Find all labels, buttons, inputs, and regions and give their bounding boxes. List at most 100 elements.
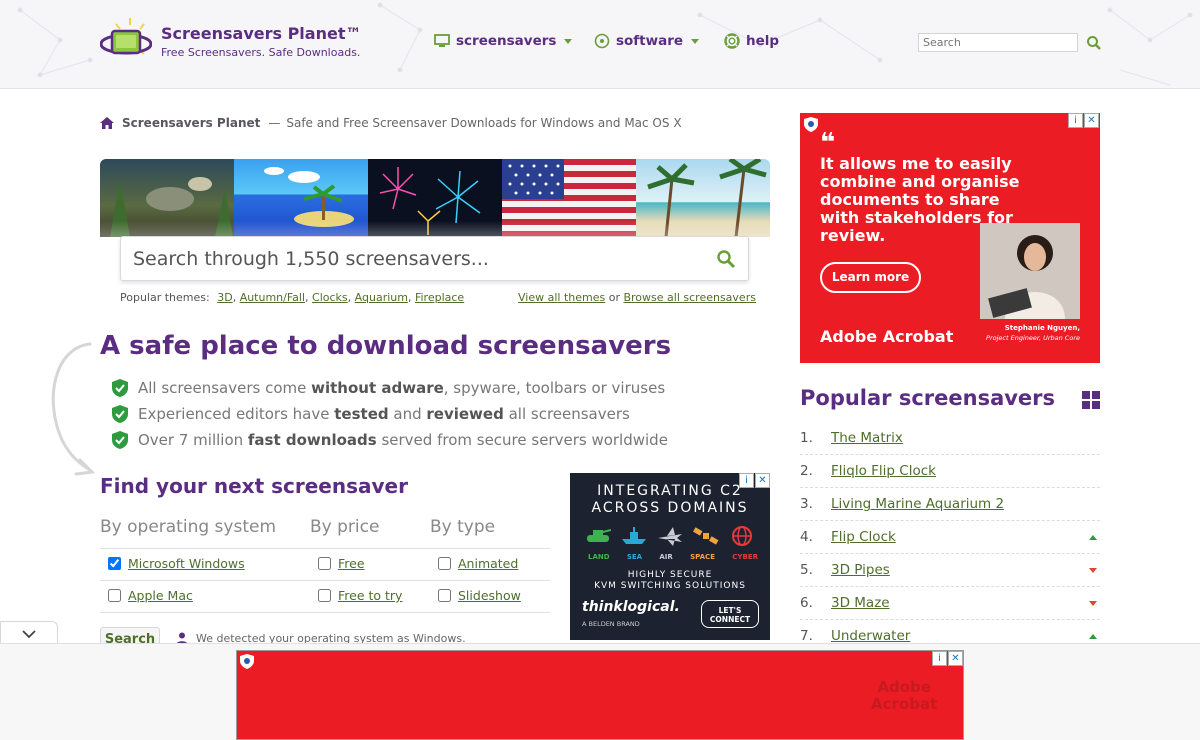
- divider: [100, 612, 550, 613]
- ad-brand-sub: A BELDEN BRAND: [582, 620, 640, 628]
- ad-watermark-line1: Adobe: [877, 678, 931, 696]
- divider: [100, 548, 550, 549]
- theme-link-clocks[interactable]: Clocks: [312, 291, 348, 304]
- windows-icon[interactable]: [1082, 391, 1100, 409]
- theme-link-fireplace[interactable]: Fireplace: [415, 291, 464, 304]
- ad-brand: thinklogical.: [582, 599, 680, 615]
- ad-quote-mark: ❝: [820, 128, 836, 158]
- feature-text: served from secure servers worldwide: [376, 431, 668, 449]
- chevron-down-icon: [691, 38, 700, 44]
- ad-shield-icon: [804, 117, 818, 132]
- filter-mac-label[interactable]: Apple Mac: [128, 588, 193, 603]
- ad-info-icon[interactable]: i: [932, 651, 947, 666]
- filter-free-to-try-checkbox[interactable]: [318, 589, 331, 602]
- popular-link[interactable]: Living Marine Aquarium 2: [831, 496, 1004, 512]
- ad-thinklogical[interactable]: INTEGRATING C2 ACROSS DOMAINS LAND SEA A…: [570, 473, 770, 640]
- ad-subline-1: HIGHLY SECURE: [627, 570, 713, 580]
- monitor-icon: [434, 34, 450, 47]
- ad-domain-labels: LAND SEA AIR SPACE CYBER: [588, 553, 758, 561]
- disc-icon: [594, 33, 610, 49]
- ad-headline: INTEGRATING C2 ACROSS DOMAINS: [570, 483, 770, 517]
- popular-link[interactable]: Underwater: [831, 628, 910, 644]
- breadcrumb-home-link[interactable]: Screensavers Planet: [122, 116, 260, 130]
- feature-bold: tested: [334, 405, 389, 423]
- theme-link-aquarium[interactable]: Aquarium: [355, 291, 408, 304]
- popular-link[interactable]: Flip Clock: [831, 529, 896, 545]
- popular-link[interactable]: The Matrix: [831, 430, 903, 446]
- filter-mac[interactable]: Apple Mac: [108, 588, 193, 603]
- filter-slideshow-checkbox[interactable]: [438, 589, 451, 602]
- search-icon[interactable]: [716, 249, 736, 269]
- filter-free-to-try[interactable]: Free to try: [318, 588, 402, 603]
- shield-check-icon: [112, 405, 128, 423]
- popular-themes-label: Popular themes:: [120, 291, 210, 304]
- curved-arrow-icon: [51, 342, 96, 476]
- filter-windows[interactable]: Microsoft Windows: [108, 556, 245, 571]
- trend-up-icon: [1089, 535, 1097, 540]
- nav-help-label: help: [746, 33, 780, 49]
- nav-screensavers[interactable]: screensavers: [434, 32, 573, 50]
- trend-down-icon: [1089, 601, 1097, 606]
- site-header: Screensavers Planet™ Free Screensavers. …: [0, 0, 1200, 89]
- ad-close-icon[interactable]: ✕: [1084, 113, 1099, 128]
- filter-free-to-try-label[interactable]: Free to try: [338, 588, 402, 603]
- browse-all-link[interactable]: Browse all screensavers: [623, 291, 755, 304]
- ad-subline-2: KVM SWITCHING SOLUTIONS: [594, 581, 746, 591]
- filter-windows-label[interactable]: Microsoft Windows: [128, 556, 245, 571]
- ad-learn-more-button[interactable]: Learn more: [820, 262, 921, 293]
- ad-info-icon[interactable]: i: [739, 473, 754, 488]
- home-icon[interactable]: [100, 117, 114, 129]
- filter-slideshow[interactable]: Slideshow: [438, 588, 521, 603]
- ad-info-icon[interactable]: i: [1068, 113, 1083, 128]
- filter-free-label[interactable]: Free: [338, 556, 365, 571]
- browse-links: View all themes or Browse all screensave…: [518, 291, 756, 304]
- or-text: or: [608, 291, 620, 304]
- popular-item: 4. Flip Clock: [800, 521, 1100, 554]
- ad-connect-button[interactable]: LET'S CONNECT: [701, 600, 759, 628]
- filter-slideshow-label[interactable]: Slideshow: [458, 588, 521, 603]
- brand-title[interactable]: Screensavers Planet™: [161, 24, 361, 43]
- filter-animated[interactable]: Animated: [438, 556, 518, 571]
- filter-animated-label[interactable]: Animated: [458, 556, 518, 571]
- popular-item: 1. The Matrix: [800, 422, 1100, 455]
- popular-link[interactable]: 3D Maze: [831, 595, 890, 611]
- filter-mac-checkbox[interactable]: [108, 589, 121, 602]
- safe-place-heading: A safe place to download screensavers: [100, 331, 672, 361]
- feature-text: and: [388, 405, 427, 423]
- popular-link[interactable]: 3D Pipes: [831, 562, 890, 578]
- nav-software[interactable]: software: [594, 32, 700, 50]
- breadcrumb-separator: —: [268, 116, 281, 130]
- theme-link-3d[interactable]: 3D: [217, 291, 232, 304]
- theme-link-autumn[interactable]: Autumn/Fall: [240, 291, 305, 304]
- feature-bold: fast downloads: [247, 431, 377, 449]
- filter-free[interactable]: Free: [318, 556, 365, 571]
- filter-type-heading: By type: [430, 517, 496, 537]
- ad-domain-label: SEA: [626, 553, 643, 561]
- filter-animated-checkbox[interactable]: [438, 557, 451, 570]
- popular-rank: 4.: [800, 529, 813, 545]
- nav-help[interactable]: help: [724, 32, 779, 50]
- popular-rank: 6.: [800, 595, 813, 611]
- shield-check-icon: [112, 379, 128, 397]
- filter-free-checkbox[interactable]: [318, 557, 331, 570]
- feature-bold: without adware: [311, 379, 444, 397]
- ad-close-icon[interactable]: ✕: [948, 651, 963, 666]
- nav-software-label: software: [616, 33, 684, 49]
- popular-link[interactable]: Fliqlo Flip Clock: [831, 463, 936, 479]
- feature-no-adware: All screensavers come without adware, sp…: [112, 377, 665, 399]
- site-logo-icon[interactable]: [100, 16, 152, 64]
- popular-heading: Popular screensavers: [800, 386, 1056, 410]
- search-icon[interactable]: [1086, 35, 1102, 51]
- ad-person-title: Project Engineer, Urban Core: [986, 334, 1080, 342]
- ad-close-icon[interactable]: ✕: [755, 473, 770, 488]
- ad-adobe-acrobat[interactable]: ❝ It allows me to easily combine and org…: [800, 113, 1100, 363]
- ad-bottom-banner[interactable]: Adobe Acrobat: [236, 650, 964, 740]
- ad-adobe-logo: Adobe Acrobat: [820, 327, 954, 346]
- view-all-themes-link[interactable]: View all themes: [518, 291, 605, 304]
- popular-rank: 3.: [800, 496, 813, 512]
- filter-price-heading: By price: [310, 517, 380, 537]
- header-search-input[interactable]: [918, 33, 1078, 52]
- feature-text: , spyware, toolbars or viruses: [443, 379, 666, 397]
- hero-search-input[interactable]: [120, 236, 749, 281]
- filter-windows-checkbox[interactable]: [108, 557, 121, 570]
